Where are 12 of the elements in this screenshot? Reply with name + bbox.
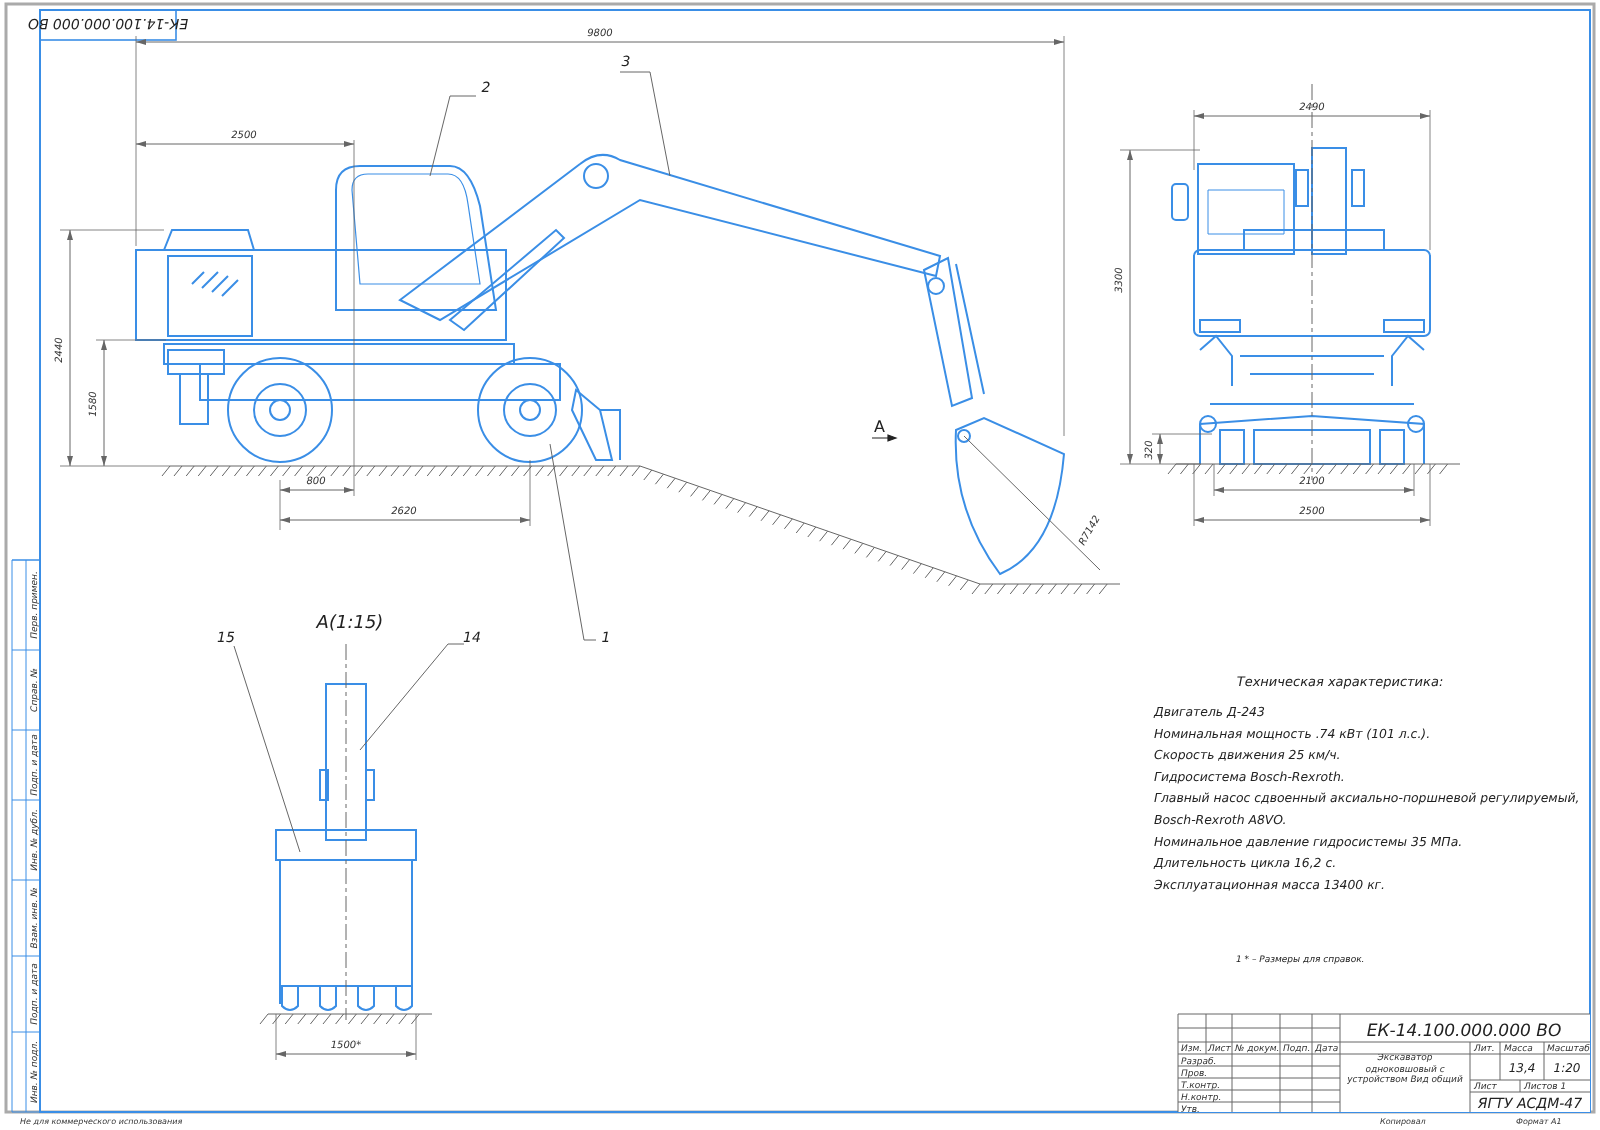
section-title: A(1:15) (316, 614, 384, 634)
leader-line (619, 71, 671, 177)
dimension-line (101, 339, 107, 467)
dimension-line (1157, 433, 1163, 465)
radius-line (963, 435, 1101, 571)
document-number: ЕК-14.100.000.000 ВО (1366, 1022, 1562, 1042)
dimension-line (275, 1051, 417, 1057)
leader-line (359, 643, 465, 751)
dimension-line (279, 487, 355, 493)
leader-line (429, 95, 477, 177)
view-label: A (874, 418, 885, 436)
view-arrow-icon (871, 434, 897, 442)
